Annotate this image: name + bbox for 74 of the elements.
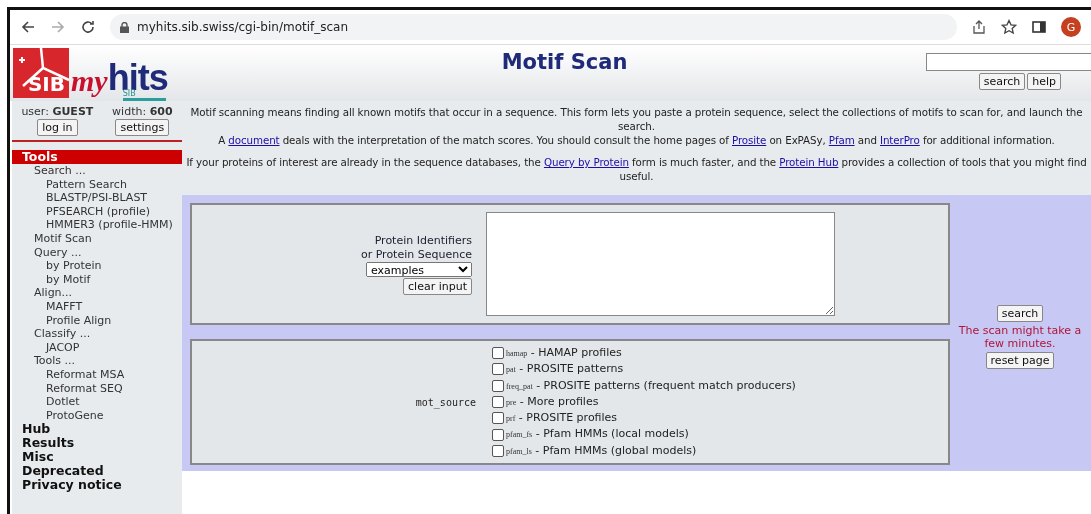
intro-paragraph: If your proteins of interest are already in the sequence databases, the Query by Protein form is much faster, and the Protein Hub provides a collection of tools that you might find useful. <box>186 155 1087 183</box>
sidebar-item[interactable]: JACOP <box>12 340 182 355</box>
input-label: Protein Identifiers <box>374 233 472 247</box>
sidebar-item[interactable]: PFSEARCH (profile) <box>12 204 182 219</box>
sidebar-item[interactable]: Tools ... <box>12 354 182 368</box>
checkbox[interactable] <box>492 428 504 441</box>
sidebar-item[interactable]: Motif Scan <box>12 231 182 246</box>
checkbox[interactable] <box>492 379 504 392</box>
option-label: pat - PROSITE patterns <box>506 361 624 378</box>
reset-button[interactable]: reset page <box>985 352 1055 369</box>
clear-input-button[interactable]: clear input <box>403 277 472 295</box>
sib-logo: SIB <box>13 48 69 98</box>
settings-button[interactable]: settings <box>115 119 170 136</box>
option-label: pfam_ls - Pfam HMMs (global models) <box>506 442 697 459</box>
input-label: or Protein Sequence <box>360 247 472 261</box>
checkbox[interactable] <box>492 412 504 425</box>
sidebar-item[interactable]: Profile Align <box>12 313 182 328</box>
sidebar-item[interactable]: Search ... <box>12 164 182 178</box>
examples-dropdown[interactable]: examples <box>366 261 472 277</box>
search-button[interactable]: search <box>996 305 1044 322</box>
link[interactable]: Protein Hub <box>779 156 839 168</box>
sidebar-item[interactable]: Privacy notice <box>12 478 182 493</box>
sidebar-item[interactable]: Misc <box>12 450 182 465</box>
share-icon[interactable] <box>971 19 987 35</box>
width-label: width: 600 <box>112 105 173 118</box>
checkbox[interactable] <box>492 347 504 360</box>
help-button[interactable]: help <box>1027 73 1061 90</box>
option-label: pre - More profiles <box>506 393 599 410</box>
link[interactable]: document <box>228 134 280 146</box>
scan-note: The scan might take a few minutes. <box>957 324 1083 350</box>
profile-avatar[interactable]: G <box>1061 17 1081 37</box>
link[interactable]: Query by Protein <box>543 156 629 168</box>
search-button[interactable]: search <box>978 73 1026 90</box>
search-field[interactable] <box>926 53 1091 71</box>
checkbox[interactable] <box>492 363 504 376</box>
sidebar-item[interactable]: Reformat MSA <box>12 367 182 382</box>
sequence-input[interactable] <box>486 212 835 316</box>
sidebar-item[interactable]: Classify ... <box>12 327 182 341</box>
sidebar-item[interactable]: Deprecated <box>12 464 182 479</box>
intro-paragraph: Motif scanning means finding all known motifs that occur in a sequence. This form lets you paste a protein sequence, select the collections of motifs to scan for, and launch the search. <box>189 105 1084 133</box>
sidebar-item[interactable]: ProtoGene <box>12 408 182 423</box>
user-label: user: GUEST <box>21 105 94 118</box>
side-panel-icon[interactable] <box>1031 19 1047 35</box>
sidebar-item[interactable]: Dotlet <box>12 395 182 409</box>
sidebar-item[interactable]: Reformat SEQ <box>12 381 182 396</box>
lock-icon <box>120 21 129 33</box>
option-label: hamap - HAMAP profiles <box>506 344 622 361</box>
sidebar-item[interactable]: MAFFT <box>12 299 182 314</box>
reload-icon[interactable] <box>80 19 96 35</box>
option-label: pfam_fs - Pfam HMMs (local models) <box>506 426 689 443</box>
star-icon[interactable] <box>1001 19 1017 35</box>
sidebar-item[interactable]: by Protein <box>12 259 182 273</box>
sidebar-item[interactable]: BLASTP/PSI-BLAST <box>12 191 182 205</box>
sidebar-item[interactable]: Pattern Search <box>12 177 182 192</box>
option-label: prf - PROSITE profiles <box>506 410 618 427</box>
checkbox[interactable] <box>492 444 504 457</box>
sidebar-item[interactable]: Align... <box>12 286 182 300</box>
link[interactable]: Prosite <box>732 134 767 146</box>
login-button[interactable]: log in <box>37 119 78 136</box>
sidebar-item[interactable]: Results <box>12 436 182 451</box>
sidebar-item[interactable]: Tools <box>12 150 182 164</box>
sidebar-item[interactable]: HMMER3 (profile-HMM) <box>12 218 182 232</box>
option-label: freq_pat - PROSITE patterns (frequent match producers) <box>506 377 796 394</box>
sidebar-item[interactable]: Query ... <box>12 245 182 260</box>
back-icon[interactable] <box>20 19 36 35</box>
page-title: Motif Scan <box>500 49 629 76</box>
link[interactable]: Pfam <box>828 134 855 146</box>
address-bar[interactable]: myhits.sib.swiss/cgi-bin/motif_scan <box>110 14 957 40</box>
intro-paragraph: A document deals with the interpretation of the match scores. You should consult the home pages of Prosite on ExPASy, Pfam and InterPro for additional information. <box>217 133 1056 147</box>
link[interactable]: InterPro <box>880 134 920 146</box>
sidebar-item[interactable]: by Motif <box>12 272 182 287</box>
checkbox[interactable] <box>492 396 504 408</box>
sidebar-item[interactable]: Hub <box>12 422 182 437</box>
source-label: mot_source <box>414 396 477 408</box>
